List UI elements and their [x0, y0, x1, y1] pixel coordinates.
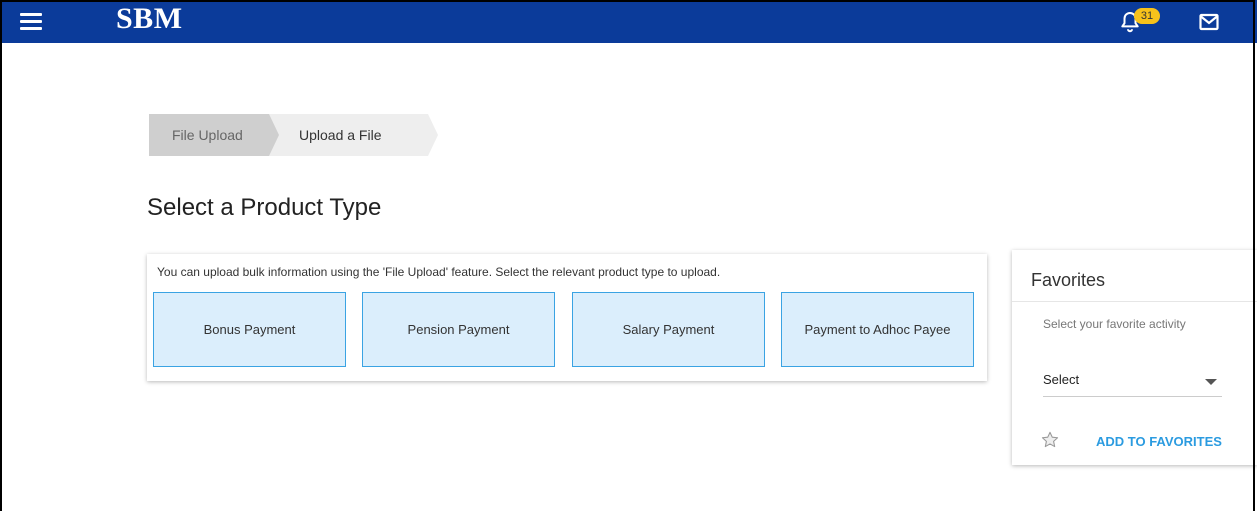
page-title: Select a Product Type	[147, 194, 382, 221]
payment-to-adhoc-payee-button[interactable]: Payment to Adhoc Payee	[781, 292, 974, 367]
breadcrumb-item-upload-a-file: Upload a File	[264, 114, 438, 156]
sbm-logo[interactable]: SBM	[116, 2, 183, 36]
favorite-activity-select[interactable]: Select	[1043, 368, 1222, 397]
favorites-title: Favorites	[1031, 270, 1106, 290]
mail-icon[interactable]	[1199, 13, 1219, 31]
favorites-divider	[1012, 301, 1257, 302]
favorites-hint: Select your favorite activity	[1043, 317, 1186, 331]
favorites-panel: Favorites Select your favorite activity …	[1012, 250, 1257, 465]
pension-payment-button[interactable]: Pension Payment	[362, 292, 555, 367]
favorite-select-value: Select	[1043, 372, 1080, 387]
bonus-payment-button[interactable]: Bonus Payment	[153, 292, 346, 367]
salary-payment-button[interactable]: Salary Payment	[572, 292, 765, 367]
star-icon[interactable]	[1041, 431, 1059, 449]
product-type-panel: You can upload bulk information using th…	[147, 254, 987, 381]
add-to-favorites-button[interactable]: ADD TO FAVORITES	[1096, 434, 1222, 449]
chevron-down-icon[interactable]	[1205, 379, 1217, 385]
breadcrumb-item-file-upload[interactable]: File Upload	[149, 114, 279, 156]
notification-badge[interactable]: 31	[1134, 8, 1160, 24]
hamburger-menu-icon[interactable]	[20, 13, 42, 31]
top-navigation-bar: SBM 31	[0, 0, 1257, 43]
panel-intro-text: You can upload bulk information using th…	[157, 265, 721, 279]
